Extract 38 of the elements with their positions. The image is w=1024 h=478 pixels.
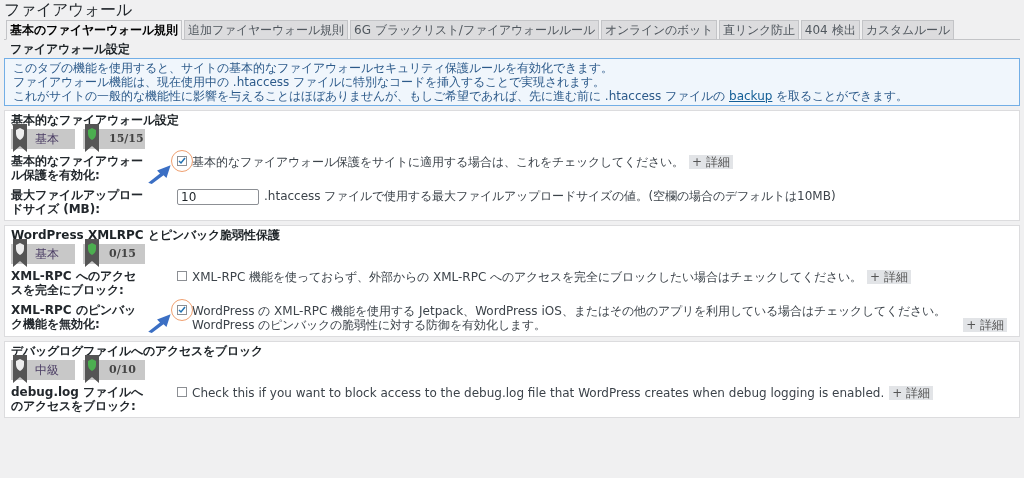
setting-label: debug.log ファイルへのアクセスをブロック:: [11, 385, 145, 413]
setting-description: XML-RPC 機能を使っておらず、外部からの XML-RPC へのアクセスを完全にブロックしたい場合はチェックしてください。: [192, 270, 863, 284]
info-text: ファイアウォール機能は、現在使用中の .htaccess ファイルに特別なコードを挿入することで実現されます。: [13, 75, 607, 89]
input-field[interactable]: 10: [177, 189, 259, 205]
tab[interactable]: 6G ブラックリスト/ファイアウォールルール: [350, 20, 599, 40]
detail-button[interactable]: + 詳細: [689, 155, 733, 169]
tab[interactable]: カスタムルール: [861, 20, 954, 40]
checkbox[interactable]: [177, 271, 187, 281]
backup-link[interactable]: backup: [729, 89, 773, 103]
setting-label: 基本的なファイアウォール保護を有効化:: [11, 154, 144, 182]
setting-label: XML-RPC のピンバック機能を無効化:: [11, 303, 137, 331]
pointer-arrow-icon: [147, 313, 173, 333]
panel-title: WordPress XMLRPC とピンバック脆弱性保護: [11, 228, 281, 242]
setting-label: XML-RPC へのアクセスを完全にブロック:: [11, 269, 137, 297]
pointer-arrow-icon: [147, 164, 173, 184]
tab[interactable]: 直リンク防止: [718, 20, 799, 40]
info-text: これがサイトの一般的な機能性に影響を与えることはほぼありませんが、もしご希望であれば、先に進む前に .htaccess ファイルの backup を取ることができます。: [13, 89, 910, 103]
tab[interactable]: オンラインのボット: [600, 20, 717, 40]
checkbox[interactable]: [177, 305, 187, 315]
detail-button[interactable]: + 詳細: [963, 318, 1007, 332]
setting-label: 最大ファイルアップロードサイズ (MB):: [11, 188, 144, 216]
setting-description: 基本的なファイアウォール保護をサイトに適用する場合は、これをチェックしてください。: [192, 155, 684, 169]
section-heading: ファイアウォール設定: [9, 42, 131, 56]
tab[interactable]: 基本のファイヤーウォール規則: [6, 20, 182, 40]
page-title: ファイアウォール: [4, 0, 133, 19]
setting-description: .htaccess ファイルで使用する最大ファイルアップロードサイズの値。(空欄の場合のデフォルトは10MB): [264, 189, 836, 203]
detail-button[interactable]: + 詳細: [867, 270, 911, 284]
checkbox[interactable]: [177, 156, 187, 166]
ribbon-shield-icon: [13, 239, 27, 267]
checkbox[interactable]: [177, 387, 187, 397]
detail-button[interactable]: + 詳細: [889, 386, 934, 400]
ribbon-shield-icon: [13, 124, 27, 152]
setting-description: WordPress の XML-RPC 機能を使用する Jetpack、WordPress iOS、またはその他のアプリを利用している場合はチェックしてください。WordPress のピンバックの脆弱性に対する防御を有効化します。: [192, 304, 947, 332]
tab[interactable]: 追加ファイヤーウォール規則: [184, 20, 348, 40]
ribbon-shield-icon: [13, 355, 27, 383]
tab[interactable]: 404 検出: [800, 20, 860, 40]
info-text: このタブの機能を使用すると、サイトの基本的なファイアウォールセキュリティ保護ルールを有効化できます。: [13, 61, 614, 75]
setting-description: Check this if you want to block access to the debug.log file that WordPress creates when debug logging is enabled.: [192, 386, 885, 400]
